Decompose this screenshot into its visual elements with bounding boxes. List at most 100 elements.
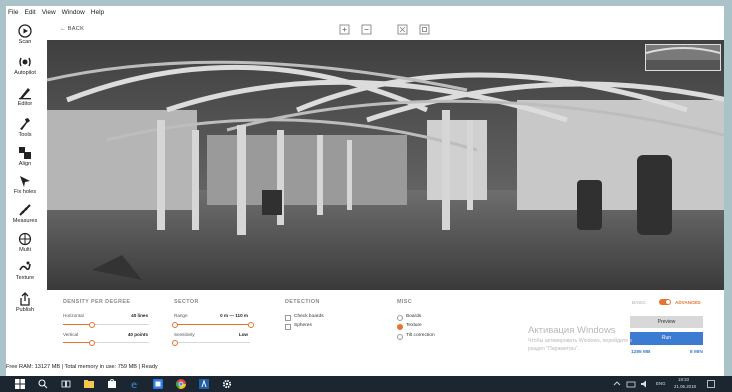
windows-taskbar: e ENG 18:33 21.06.2018 — [0, 376, 732, 392]
misc-title: MISC — [397, 299, 413, 305]
edge-icon[interactable]: e — [130, 379, 140, 389]
mode-toggle[interactable] — [659, 299, 671, 305]
activation-watermark: Активация Windows Чтобы активировать Win… — [528, 325, 632, 352]
boards-radio[interactable] — [397, 315, 403, 321]
menu-edit[interactable]: Edit — [24, 9, 35, 16]
sensitivity-label: Sensitivity — [174, 332, 195, 337]
chrome-icon[interactable] — [176, 379, 186, 389]
detection-title: DETECTION — [285, 299, 320, 305]
boards-label: Boards — [406, 314, 422, 319]
sidebar-item-label: Align — [18, 161, 32, 167]
check-boards-label: Check boards — [294, 314, 324, 319]
network-icon[interactable] — [626, 379, 636, 389]
texture-icon — [19, 261, 31, 271]
sidebar-item-label: Texture — [15, 275, 35, 281]
texture-label: Texture — [406, 323, 422, 328]
settings-icon[interactable] — [222, 379, 232, 389]
clock-date[interactable]: 21.06.2018 — [674, 384, 696, 389]
autopilot-icon — [19, 57, 31, 67]
minimap-preview[interactable] — [645, 44, 721, 71]
check-boards-checkbox[interactable] — [285, 315, 291, 321]
sidebar-item-measures[interactable]: Measures — [7, 203, 43, 224]
zoom-in-icon[interactable] — [339, 22, 350, 35]
watermark-line3: раздел "Параметры". — [528, 346, 579, 352]
sidebar-item-label: Fix holes — [13, 189, 37, 195]
windows-start-icon[interactable] — [15, 379, 25, 389]
sidebar-item-tools[interactable]: Tools — [7, 117, 43, 138]
sidebar-item-label: Scan — [18, 39, 32, 45]
multi-icon — [18, 232, 32, 246]
vertical-value: 40 points — [127, 332, 148, 337]
vertical-label: Vertical — [63, 332, 79, 337]
sidebar-item-autopilot[interactable]: Autopilot — [7, 55, 43, 76]
run-button[interactable]: Run — [630, 332, 703, 345]
sidebar-item-editor[interactable]: Editor — [7, 86, 43, 107]
file-explorer-icon[interactable] — [84, 379, 94, 389]
tilt-correction-label: Tilt correction — [406, 333, 435, 338]
range-slider[interactable] — [172, 322, 254, 328]
preview-button[interactable]: Preview — [630, 316, 703, 328]
texture-radio[interactable] — [397, 324, 403, 330]
vertical-slider[interactable] — [63, 340, 149, 346]
zoom-out-icon[interactable] — [361, 22, 372, 35]
task-view-icon[interactable] — [61, 379, 71, 389]
watermark-line2: Чтобы активировать Windows, перейдите в — [528, 338, 633, 344]
sensitivity-slider[interactable] — [172, 340, 250, 346]
svg-text:e: e — [131, 380, 137, 389]
panorama-view[interactable] — [47, 40, 724, 290]
menu-view[interactable]: View — [42, 9, 56, 16]
sidebar-item-texture[interactable]: Texture — [7, 260, 43, 281]
watermark-title: Активация Windows — [528, 325, 616, 336]
menu-help[interactable]: Help — [91, 9, 104, 16]
menu-file[interactable]: File — [8, 9, 18, 16]
memory-estimate: 1285 MB — [631, 350, 651, 355]
sector-title: SECTOR — [174, 299, 199, 305]
tools-icon — [20, 118, 30, 130]
publish-icon — [20, 292, 30, 306]
scanner-app-icon[interactable] — [199, 379, 209, 389]
volume-icon[interactable] — [640, 379, 650, 389]
sidebar-item-label: Autopilot — [14, 70, 36, 76]
menu-window[interactable]: Window — [62, 9, 85, 16]
sidebar-item-align[interactable]: Align — [7, 146, 43, 167]
fit-icon[interactable] — [397, 22, 408, 35]
mode-advanced-label: ADVANCED — [675, 300, 701, 305]
store-icon[interactable] — [107, 379, 117, 389]
spheres-checkbox[interactable] — [285, 324, 291, 330]
sidebar-item-multi[interactable]: Multi — [7, 232, 43, 253]
sidebar-item-publish[interactable]: Publish — [7, 292, 43, 313]
horizontal-slider[interactable] — [63, 322, 149, 328]
spheres-label: Spheres — [294, 323, 312, 328]
back-button[interactable]: ← BACK — [60, 26, 84, 32]
mode-basic-label: BASIC — [632, 300, 646, 305]
horizontal-value: 40 lines — [131, 313, 148, 318]
notifications-icon[interactable] — [706, 379, 716, 389]
sidebar-item-fix-holes[interactable]: Fix holes — [7, 174, 43, 195]
sidebar-item-scan[interactable]: Scan — [7, 24, 43, 45]
tray-arrow-icon[interactable] — [612, 379, 622, 389]
measures-icon — [19, 204, 31, 216]
sidebar-item-label: Measures — [12, 218, 38, 224]
range-value: 0 m — 110 m — [220, 313, 248, 318]
keyboard-language[interactable]: ENG — [656, 381, 666, 386]
sidebar-item-label: Publish — [15, 307, 35, 313]
search-icon[interactable] — [38, 379, 48, 389]
status-bar: Free RAM: 13127 MB | Total memory in use… — [6, 364, 158, 370]
fullscreen-icon[interactable] — [419, 22, 430, 35]
tilt-correction-radio[interactable] — [397, 334, 403, 340]
horizontal-label: Horizontal — [63, 313, 84, 318]
fix-holes-icon — [20, 176, 30, 187]
clock-time[interactable]: 18:33 — [678, 377, 689, 382]
sidebar-item-label: Tools — [18, 132, 32, 138]
density-title: DENSITY PER DEGREE — [63, 299, 131, 305]
range-label: Range — [174, 313, 188, 318]
sidebar: Scan Autopilot Editor Tools Align Fix ho… — [7, 20, 43, 338]
sensitivity-value: Low — [238, 332, 248, 337]
app-blue-icon[interactable] — [153, 379, 163, 389]
time-estimate: 8 MIN — [690, 350, 703, 355]
sidebar-item-label: Editor — [17, 101, 33, 107]
play-circle-icon — [18, 24, 32, 38]
editor-icon — [19, 88, 31, 100]
menu-bar: File Edit View Window Help — [6, 6, 104, 18]
align-icon — [19, 147, 31, 159]
